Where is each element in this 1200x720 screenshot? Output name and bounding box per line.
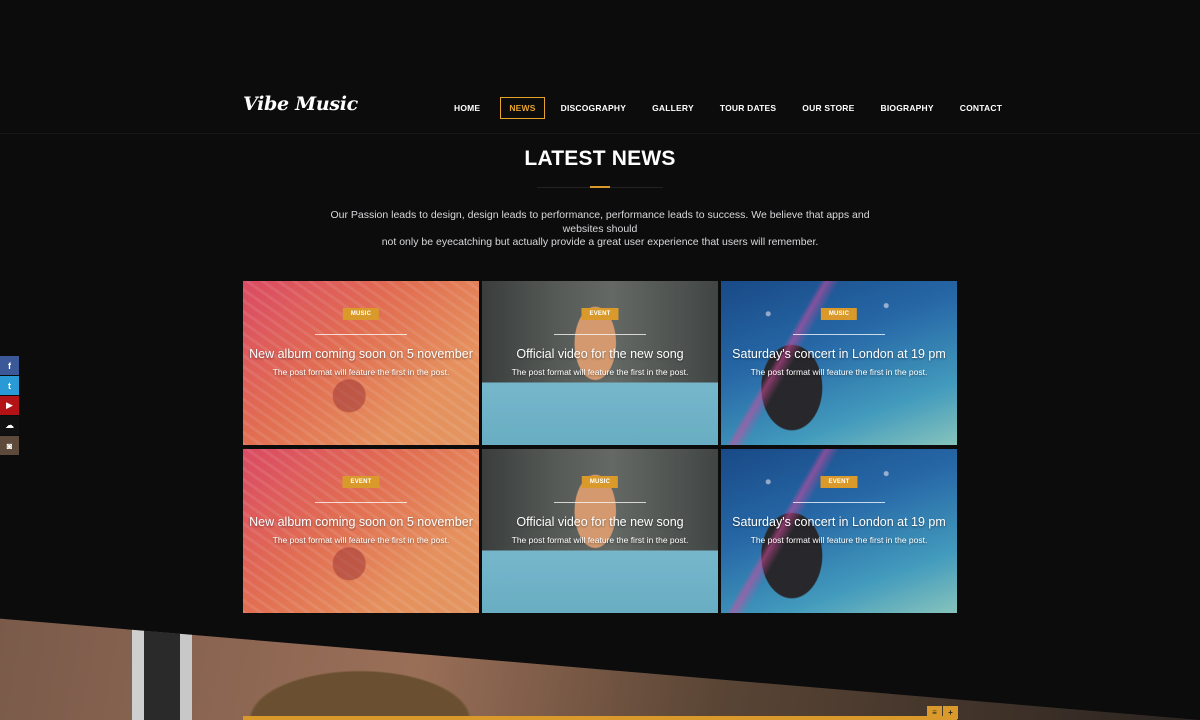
- site-header: Vibe Music HOME NEWS DISCOGRAPHY GALLERY…: [0, 0, 1200, 134]
- card-divider: [315, 502, 407, 503]
- nav-gallery[interactable]: GALLERY: [648, 97, 698, 119]
- card-title[interactable]: Official video for the new song: [482, 347, 718, 361]
- category-badge[interactable]: EVENT: [342, 476, 380, 488]
- card-title[interactable]: Official video for the new song: [482, 515, 718, 529]
- news-card[interactable]: EVENT New album coming soon on 5 novembe…: [243, 449, 479, 613]
- main-nav: HOME NEWS DISCOGRAPHY GALLERY TOUR DATES…: [450, 97, 1006, 119]
- title-accent-line: [590, 186, 610, 188]
- menu-icon[interactable]: ≡: [927, 706, 942, 719]
- youtube-icon[interactable]: ▶: [0, 396, 19, 415]
- card-excerpt: The post format will feature the first i…: [272, 367, 450, 377]
- news-card[interactable]: MUSIC Official video for the new song Th…: [482, 449, 718, 613]
- site-logo[interactable]: Vibe Music: [243, 93, 358, 115]
- card-title[interactable]: New album coming soon on 5 november: [243, 515, 479, 529]
- nav-news[interactable]: NEWS: [500, 97, 545, 119]
- card-title[interactable]: Saturday's concert in London at 19 pm: [721, 515, 957, 529]
- card-title[interactable]: Saturday's concert in London at 19 pm: [721, 347, 957, 361]
- intro-line-2: not only be eyecatching but actually pro…: [381, 236, 819, 248]
- news-card[interactable]: MUSIC New album coming soon on 5 novembe…: [243, 281, 479, 445]
- section-title: LATEST NEWS: [524, 147, 676, 170]
- category-badge[interactable]: MUSIC: [581, 476, 619, 488]
- card-divider: [315, 334, 407, 335]
- plus-icon[interactable]: +: [943, 706, 958, 719]
- nav-home[interactable]: HOME: [450, 97, 484, 119]
- section-intro: Our Passion leads to design, design lead…: [310, 209, 890, 250]
- card-divider: [793, 502, 885, 503]
- nav-contact[interactable]: CONTACT: [956, 97, 1006, 119]
- card-divider: [554, 334, 646, 335]
- facebook-icon[interactable]: f: [0, 356, 19, 375]
- card-title[interactable]: New album coming soon on 5 november: [243, 347, 479, 361]
- card-excerpt: The post format will feature the first i…: [750, 535, 928, 545]
- social-sidebar: f t ▶ ☁ ◙: [0, 356, 19, 456]
- instagram-icon[interactable]: ◙: [0, 436, 19, 455]
- nav-biography[interactable]: BIOGRAPHY: [876, 97, 937, 119]
- nav-tour-dates[interactable]: TOUR DATES: [716, 97, 780, 119]
- card-excerpt: The post format will feature the first i…: [750, 367, 928, 377]
- card-divider: [554, 502, 646, 503]
- news-card[interactable]: EVENT Saturday's concert in London at 19…: [721, 449, 957, 613]
- card-excerpt: The post format will feature the first i…: [511, 535, 689, 545]
- bottom-accent-bar: [243, 716, 957, 720]
- nav-discography[interactable]: DISCOGRAPHY: [557, 97, 631, 119]
- category-badge[interactable]: MUSIC: [820, 308, 858, 320]
- category-badge[interactable]: EVENT: [581, 308, 619, 320]
- category-badge[interactable]: EVENT: [820, 476, 858, 488]
- category-badge[interactable]: MUSIC: [342, 308, 380, 320]
- news-grid: MUSIC New album coming soon on 5 novembe…: [243, 281, 957, 613]
- intro-line-1: Our Passion leads to design, design lead…: [330, 209, 870, 235]
- news-card[interactable]: EVENT Official video for the new song Th…: [482, 281, 718, 445]
- card-divider: [793, 334, 885, 335]
- nav-our-store[interactable]: OUR STORE: [798, 97, 858, 119]
- soundcloud-icon[interactable]: ☁: [0, 416, 19, 435]
- card-excerpt: The post format will feature the first i…: [511, 367, 689, 377]
- corner-controls: ≡ +: [926, 706, 958, 719]
- news-card[interactable]: MUSIC Saturday's concert in London at 19…: [721, 281, 957, 445]
- twitter-icon[interactable]: t: [0, 376, 19, 395]
- card-excerpt: The post format will feature the first i…: [272, 535, 450, 545]
